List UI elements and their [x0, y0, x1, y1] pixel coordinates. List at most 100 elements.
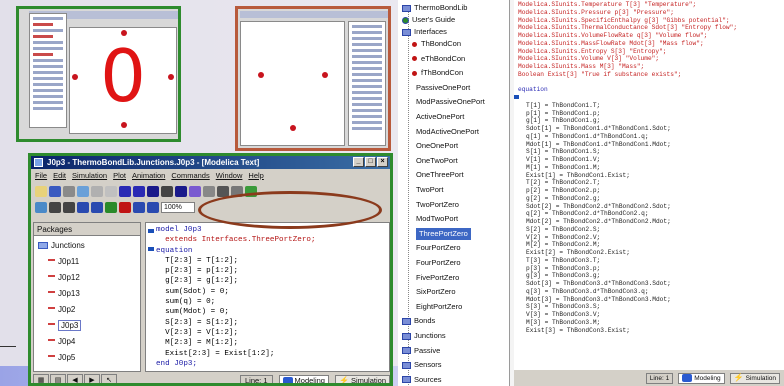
modelica-text-icon[interactable]	[119, 201, 131, 213]
connector-dot-right[interactable]	[322, 72, 328, 78]
component-browser-icon[interactable]	[35, 201, 47, 213]
modeling-mode-tab[interactable]: Modeling	[278, 374, 329, 383]
menu-help[interactable]: Help	[248, 171, 263, 180]
tree-item-interfaces[interactable]: Interfaces	[402, 26, 447, 38]
tree-item-passiveoneport[interactable]: PassiveOnePort	[416, 82, 470, 94]
tree-item-fourportzero[interactable]: FourPortZero	[416, 257, 461, 269]
package-item-junctions[interactable]: Junctions	[38, 239, 85, 252]
tree-item-onetwoport[interactable]: OneTwoPort	[416, 155, 458, 167]
package-item-j0p5[interactable]: J0p5	[48, 351, 75, 364]
tree-item-eightportzero[interactable]: EightPortZero	[416, 301, 462, 313]
menu-animation[interactable]: Animation	[132, 171, 165, 180]
tree-item-label: OneOnePort	[416, 141, 459, 151]
menu-edit[interactable]: Edit	[53, 171, 66, 180]
tree-item-activeoneport[interactable]: ActiveOnePort	[416, 111, 464, 123]
connector-dot-bottom[interactable]	[121, 122, 127, 128]
forward-arrow-icon[interactable]	[63, 201, 75, 213]
tree-item-bonds[interactable]: Bonds	[402, 315, 435, 327]
equation-line: p[3] = ThBondCon3.p;	[526, 264, 601, 272]
simulation-mode-tab[interactable]: ⚡ Simulation	[334, 374, 390, 383]
model-text-view[interactable]: Modelica.SIunits.Temperature T[3] "Tempe…	[514, 0, 784, 370]
tree-item-label: Sources	[414, 374, 442, 384]
zoom-icon[interactable]	[147, 201, 159, 213]
code-line-extends: extends Interfaces.ThreePortZero;	[156, 236, 316, 245]
fill-color-icon[interactable]	[203, 185, 215, 197]
tree-item-fthbondcon[interactable]: fThBondCon	[412, 67, 463, 79]
bitmap-tool-icon[interactable]	[175, 185, 187, 197]
package-item-j0p3[interactable]: J0p3	[48, 319, 82, 332]
tree-item-modpassiveoneport[interactable]: ModPassiveOnePort	[416, 96, 485, 108]
connector-dot-left[interactable]	[258, 72, 264, 78]
connector-dot-left[interactable]	[72, 74, 78, 80]
info-layer-icon[interactable]	[105, 201, 117, 213]
pointer-icon[interactable]: ↖	[101, 374, 117, 383]
status-bar: Line: 1 Modeling ⚡ Simulation	[514, 370, 784, 386]
package-item-j0p4[interactable]: J0p4	[48, 335, 75, 348]
tree-item-sensors[interactable]: Sensors	[402, 359, 442, 371]
back-arrow-icon[interactable]: ◀	[67, 374, 83, 383]
line-tool-icon[interactable]	[105, 185, 117, 197]
tree-item-fourportzero[interactable]: FourPortZero	[416, 242, 461, 254]
package-item-j0p11[interactable]: J0p11	[48, 255, 79, 268]
tree-item-thermobondlib[interactable]: ThermoBondLib	[402, 2, 467, 14]
equation-line: V[1] = ThBondCon1.V;	[526, 156, 601, 163]
new-file-icon[interactable]	[35, 185, 47, 197]
tree-item-fiveportzero[interactable]: FivePortZero	[416, 272, 459, 284]
tree-item-threeportzero[interactable]: ThreePortZero	[416, 227, 471, 240]
zoom-select[interactable]: 100%	[161, 201, 195, 213]
package-item-j0p12[interactable]: J0p12	[48, 271, 80, 284]
connector-icon	[412, 56, 417, 62]
package-item-j0p13[interactable]: J0p13	[48, 287, 80, 300]
tree-item-thbondcon[interactable]: ThBondCon	[412, 38, 461, 50]
tree-item-sources[interactable]: Sources	[402, 374, 442, 386]
save-icon[interactable]	[49, 185, 61, 197]
ellipse-tool-icon[interactable]	[133, 185, 145, 197]
menu-plot[interactable]: Plot	[113, 171, 126, 180]
tree-item-onethreeport[interactable]: OneThreePort	[416, 169, 464, 181]
tree-item-sixportzero[interactable]: SixPortZero	[416, 286, 456, 298]
menu-file[interactable]: File	[35, 171, 47, 180]
connector-dot-top[interactable]	[121, 30, 127, 36]
icon-layer-icon[interactable]	[77, 201, 89, 213]
polygon-tool-icon[interactable]	[147, 185, 159, 197]
app-icon	[34, 158, 43, 167]
tree-item-twoportzero[interactable]: TwoPortZero	[416, 199, 459, 211]
tree-item-modactiveoneport[interactable]: ModActiveOnePort	[416, 126, 479, 138]
window-titlebar[interactable]: J0p3 - ThermoBondLib.Junctions.J0p3 - [M…	[31, 156, 390, 169]
line-color-icon[interactable]	[189, 185, 201, 197]
tree-item-user-s-guide[interactable]: User's Guide	[402, 14, 455, 26]
tab-packages[interactable]: ▦	[33, 374, 49, 383]
tree-item-oneoneport[interactable]: OneOnePort	[416, 140, 458, 152]
tree-item-ethbondcon[interactable]: eThBondCon	[412, 53, 465, 65]
rectangle-tool-icon[interactable]	[119, 185, 131, 197]
menu-simulation[interactable]: Simulation	[72, 171, 107, 180]
tab-components[interactable]: ▤	[50, 374, 66, 383]
modeling-mode-tab[interactable]: Modeling	[678, 372, 725, 384]
modelica-text-editor[interactable]: model J0p3 extends Interfaces.ThreePortZ…	[145, 222, 390, 372]
documentation-icon[interactable]	[133, 201, 145, 213]
print-icon[interactable]	[63, 185, 75, 197]
tree-item-twoport[interactable]: TwoPort	[416, 184, 444, 196]
back-arrow-icon[interactable]	[49, 201, 61, 213]
connector-dot-bottom[interactable]	[290, 125, 296, 131]
tree-item-passive[interactable]: Passive	[402, 345, 440, 357]
connector-dot-right[interactable]	[168, 74, 174, 80]
find-icon[interactable]	[77, 185, 89, 197]
menu-commands[interactable]: Commands	[171, 171, 209, 180]
package-item-j0p2[interactable]: J0p2	[48, 303, 75, 316]
minimize-button[interactable]: _	[353, 157, 364, 167]
tree-item-junctions[interactable]: Junctions	[402, 330, 446, 342]
line-style-icon[interactable]	[217, 185, 229, 197]
tree-item-modtwoport[interactable]: ModTwoPort	[416, 213, 458, 225]
diagram-canvas[interactable]	[240, 21, 345, 146]
icon-canvas[interactable]: 0	[69, 27, 177, 134]
menu-window[interactable]: Window	[216, 171, 243, 180]
text-tool-icon[interactable]	[161, 185, 173, 197]
pointer-icon[interactable]	[91, 185, 103, 197]
diagram-layer-icon[interactable]	[91, 201, 103, 213]
simulation-mode-tab[interactable]: ⚡ Simulation	[729, 372, 780, 384]
maximize-button[interactable]: □	[365, 157, 376, 167]
equation-line: Mdot[2] = ThBondCon2.d*ThBondCon2.Mdot;	[526, 218, 671, 225]
forward-arrow-icon[interactable]: ▶	[84, 374, 100, 383]
close-button[interactable]: ×	[377, 157, 388, 167]
